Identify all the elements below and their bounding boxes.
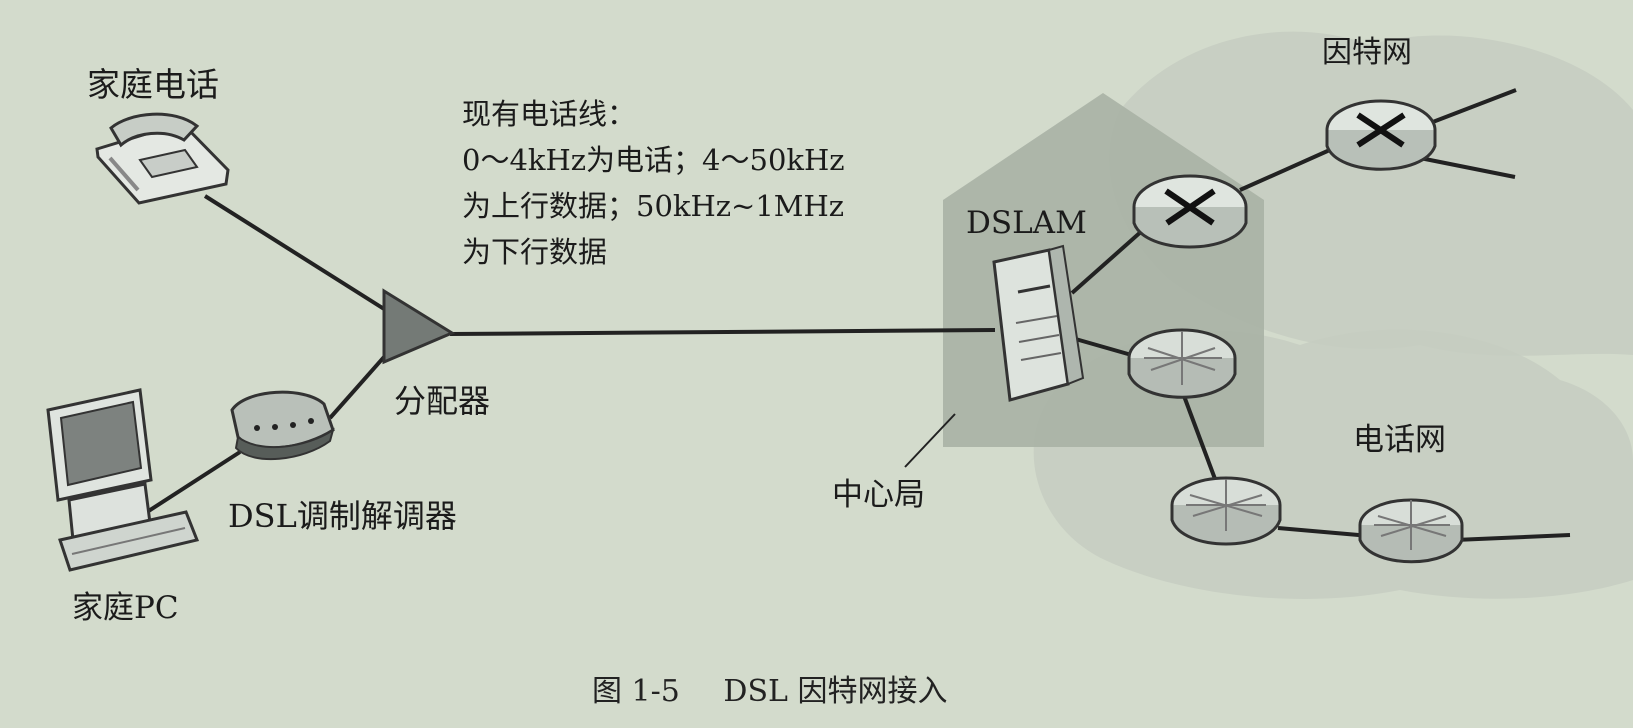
- internet-router-icon: [1325, 99, 1437, 171]
- dsl-modem-label: DSL调制解调器: [228, 497, 457, 535]
- telephone-switch-icon: [1127, 328, 1237, 399]
- line-note-2: 0～4kHz为电话；4～50kHz: [462, 143, 845, 177]
- figure-title: DSL 因特网接入: [723, 674, 948, 709]
- network-diagram: [46, 31, 1633, 599]
- line-note-3: 为上行数据；50kHz~1MHz: [462, 189, 845, 223]
- telephone-network-label: 电话网: [1353, 422, 1446, 458]
- figure-number: 图 1-5: [592, 674, 680, 709]
- splitter-label: 分配器: [394, 382, 491, 420]
- telephone-icon: [95, 112, 230, 205]
- dslam-label: DSLAM: [966, 205, 1087, 241]
- figure-caption: 图 1-5 DSL 因特网接入: [592, 674, 947, 710]
- telephone-switch-icon-2: [1170, 476, 1282, 546]
- dsl-modem-icon: [230, 390, 335, 461]
- line-note-4: 为下行数据: [462, 235, 608, 269]
- existing-phone-line: [449, 328, 996, 336]
- internet-label: 因特网: [1322, 35, 1412, 70]
- desktop-computer-icon: [46, 388, 200, 572]
- router-icon: [1132, 174, 1248, 249]
- dsl-internet-access-figure: 家庭电话 现有电话线： 0～4kHz为电话；4～50kHz 为上行数据；50kH…: [0, 0, 1633, 728]
- phone-line: [203, 194, 394, 316]
- telephone-switch-icon-3: [1358, 498, 1464, 564]
- splitter-icon: [382, 288, 456, 365]
- home-pc-label: 家庭PC: [72, 590, 179, 626]
- line-note-1: 现有电话线：: [462, 97, 637, 131]
- home-phone-label: 家庭电话: [87, 65, 219, 104]
- central-office-label: 中心局: [832, 477, 925, 513]
